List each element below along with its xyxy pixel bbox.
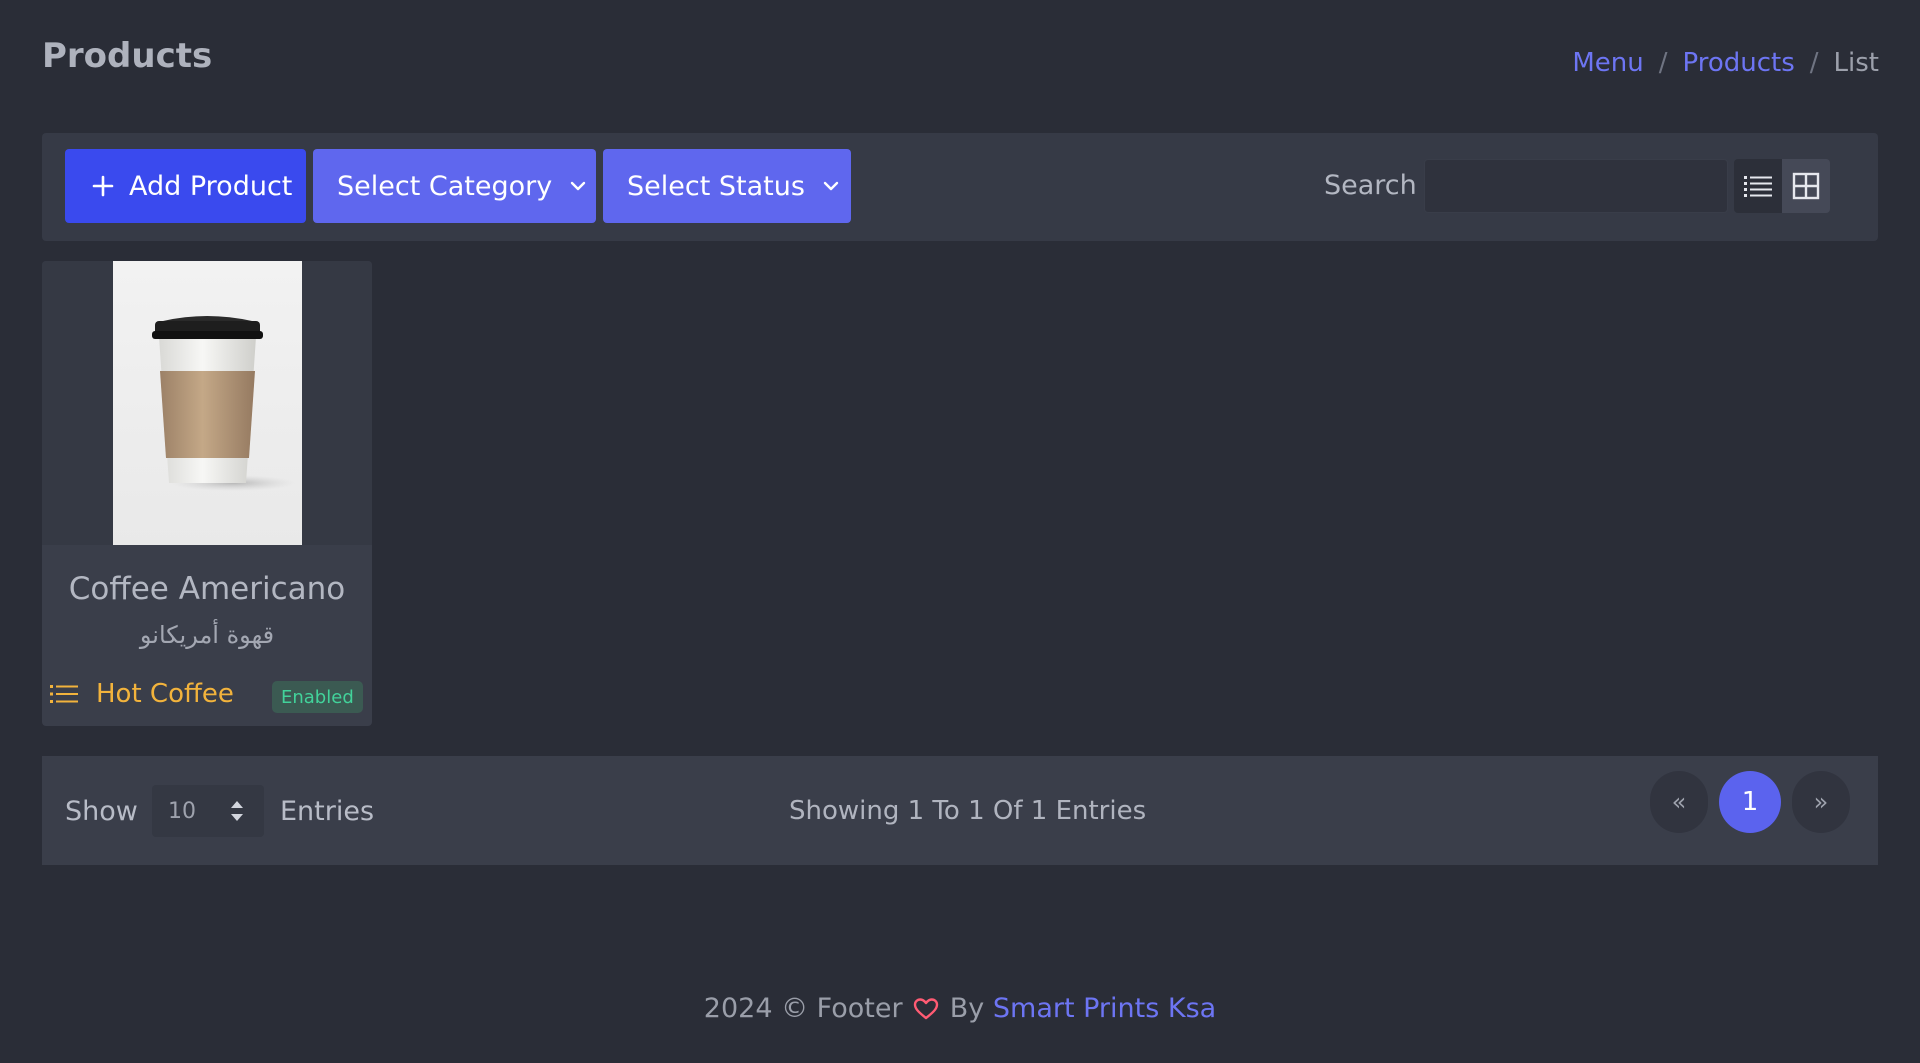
product-card[interactable]: Coffee Americano قهوة أمريكانو Hot Coffe… [42,261,372,726]
search-label: Search [1324,170,1417,201]
breadcrumb-separator: / [1658,48,1668,78]
select-status-label: Select Status [627,170,805,202]
add-product-button[interactable]: Add Product [65,149,306,223]
page-1-button[interactable]: 1 [1719,771,1781,833]
footer-by: By [949,993,985,1024]
next-page-button[interactable]: » [1792,771,1850,833]
product-image-frame [42,261,372,545]
previous-page-button[interactable]: « [1650,771,1708,833]
chevron-down-icon [571,181,586,191]
select-arrows-icon [231,801,243,821]
select-category-label: Select Category [337,170,553,202]
product-category: Hot Coffee [50,679,234,709]
product-name-arabic: قهوة أمريكانو [139,621,275,649]
pagination-bar: Show 10 Entries Showing 1 To 1 Of 1 Entr… [42,756,1878,865]
breadcrumb-separator: / [1809,48,1819,78]
product-image [113,261,302,545]
page-title: Products [42,36,213,76]
footer-copyright: 2024 © Footer [703,993,903,1024]
list-icon [50,685,78,703]
chevron-down-icon [823,181,839,191]
add-product-label: Add Product [129,170,293,202]
grid-view-button[interactable] [1782,159,1830,213]
list-view-button[interactable] [1734,159,1782,213]
toolbar: Add Product Select Category Select Statu… [42,133,1878,241]
list-view-icon [1744,176,1772,197]
pagination-summary: Showing 1 To 1 Of 1 Entries [789,796,1147,826]
breadcrumb-current: List [1833,48,1879,78]
plus-icon [92,175,114,197]
entries-label: Entries [280,796,375,827]
breadcrumb: Menu / Products / List [1572,48,1879,78]
select-category-dropdown[interactable]: Select Category [313,149,596,223]
product-name: Coffee Americano [68,571,346,607]
breadcrumb-menu[interactable]: Menu [1572,48,1643,78]
status-badge: Enabled [272,681,363,713]
entries-per-page-value: 10 [168,798,196,824]
grid-view-icon [1792,172,1820,200]
show-label: Show [65,796,138,827]
heart-icon [913,998,939,1020]
coffee-cup-photo [152,316,295,491]
breadcrumb-products[interactable]: Products [1683,48,1795,78]
footer-company-link[interactable]: Smart Prints Ksa [993,993,1216,1024]
search-input[interactable] [1424,159,1728,213]
select-status-dropdown[interactable]: Select Status [603,149,851,223]
footer: 2024 © Footer By Smart Prints Ksa [0,993,1920,1024]
product-category-label: Hot Coffee [96,679,234,709]
entries-per-page-select[interactable]: 10 [152,785,264,837]
